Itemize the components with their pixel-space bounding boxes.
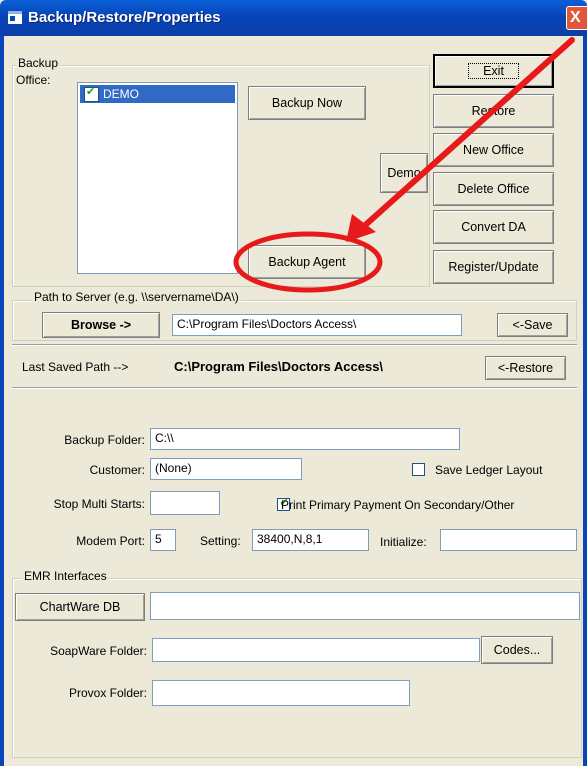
highlight-circle	[233, 231, 383, 293]
pointer-arrow	[359, 37, 575, 231]
annotation-overlay	[233, 37, 575, 293]
